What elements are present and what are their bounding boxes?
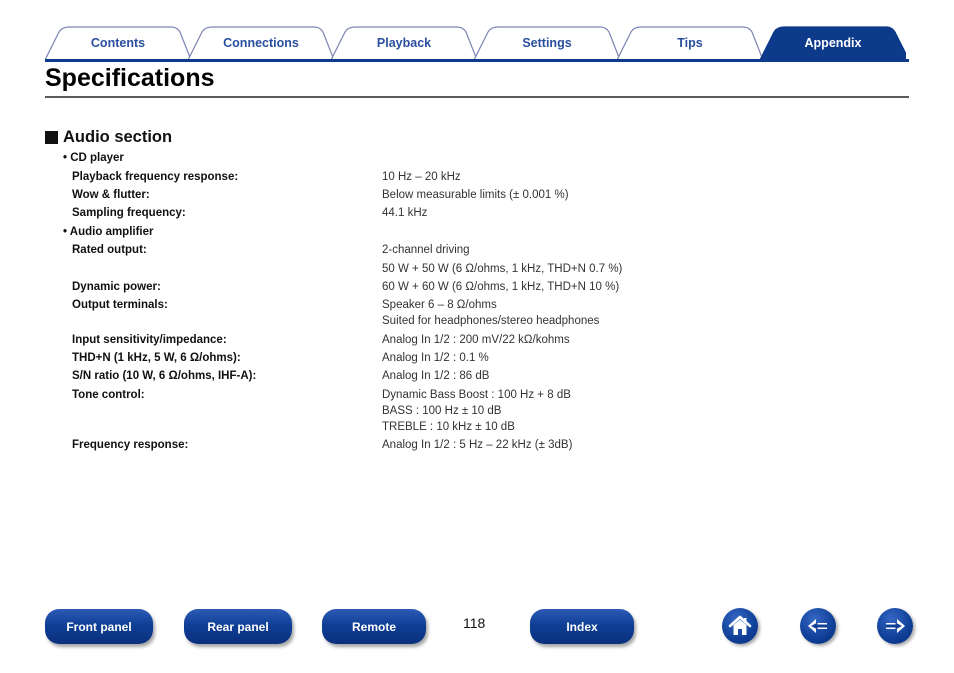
tab-bar-underline [45,59,909,62]
spec-label: Sampling frequency: [72,207,186,219]
spec-value: 44.1 kHz [382,207,428,219]
audio-amplifier-heading: • Audio amplifier [63,226,154,238]
front-panel-button[interactable]: Front panel [45,609,153,644]
home-icon [728,615,752,635]
back-arrow-icon [808,619,827,633]
title-divider [45,96,909,98]
square-bullet-icon [45,131,58,144]
spec-label: THD+N (1 kHz, 5 W, 6 Ω/ohms): [72,352,241,364]
tab-label: Settings [522,36,572,50]
spec-label: Tone control: [72,389,145,401]
page-number: 118 [463,615,486,631]
tab-connections[interactable]: Connections [188,26,334,60]
tab-label: Connections [223,36,299,50]
spec-value: 10 Hz – 20 kHz [382,171,461,183]
spec-label: Frequency response: [72,439,189,451]
cd-player-heading: • CD player [63,152,124,164]
spec-value: Suited for headphones/stereo headphones [382,315,600,327]
spec-value: 50 W + 50 W (6 Ω/ohms, 1 kHz, THD+N 0.7 … [382,263,623,275]
tab-playback[interactable]: Playback [331,26,477,60]
tab-bar: Contents Connections Playback Settings T… [45,26,909,62]
spec-label: Rated output: [72,244,147,256]
remote-button[interactable]: Remote [322,609,426,644]
spec-value: 2-channel driving [382,244,470,256]
tab-label: Contents [90,36,146,50]
spec-value: Speaker 6 – 8 Ω/ohms [382,299,497,311]
tab-contents[interactable]: Contents [45,26,191,60]
back-button[interactable] [800,608,836,644]
forward-button[interactable] [877,608,913,644]
tab-settings[interactable]: Settings [474,26,620,60]
tab-appendix[interactable]: Appendix [760,26,906,60]
tab-tips[interactable]: Tips [617,26,763,60]
forward-arrow-icon [886,619,905,633]
section-title: Audio section [63,128,173,146]
spec-value: TREBLE : 10 kHz ± 10 dB [382,421,515,433]
spec-value: Analog In 1/2 : 5 Hz – 22 kHz (± 3dB) [382,439,573,451]
spec-value: Below measurable limits (± 0.001 %) [382,189,569,201]
spec-value: Dynamic Bass Boost : 100 Hz + 8 dB [382,389,571,401]
rear-panel-button[interactable]: Rear panel [184,609,292,644]
spec-value: Analog In 1/2 : 200 mV/22 kΩ/kohms [382,334,570,346]
spec-label: Dynamic power: [72,281,161,293]
spec-label: Output terminals: [72,299,168,311]
index-button[interactable]: Index [530,609,634,644]
home-button[interactable] [722,608,758,644]
spec-label: Wow & flutter: [72,189,150,201]
spec-value: Analog In 1/2 : 0.1 % [382,352,489,364]
page-title: Specifications [45,64,215,92]
spec-value: Analog In 1/2 : 86 dB [382,370,490,382]
spec-label: Playback frequency response: [72,171,239,183]
tab-label: Appendix [804,36,862,50]
tab-label: Playback [376,36,432,50]
section-heading: Audio section [45,128,172,147]
spec-value: 60 W + 60 W (6 Ω/ohms, 1 kHz, THD+N 10 %… [382,281,620,293]
spec-value: BASS : 100 Hz ± 10 dB [382,405,502,417]
spec-label: Input sensitivity/impedance: [72,334,227,346]
spec-label: S/N ratio (10 W, 6 Ω/ohms, IHF-A): [72,370,257,382]
tab-label: Tips [677,36,703,50]
